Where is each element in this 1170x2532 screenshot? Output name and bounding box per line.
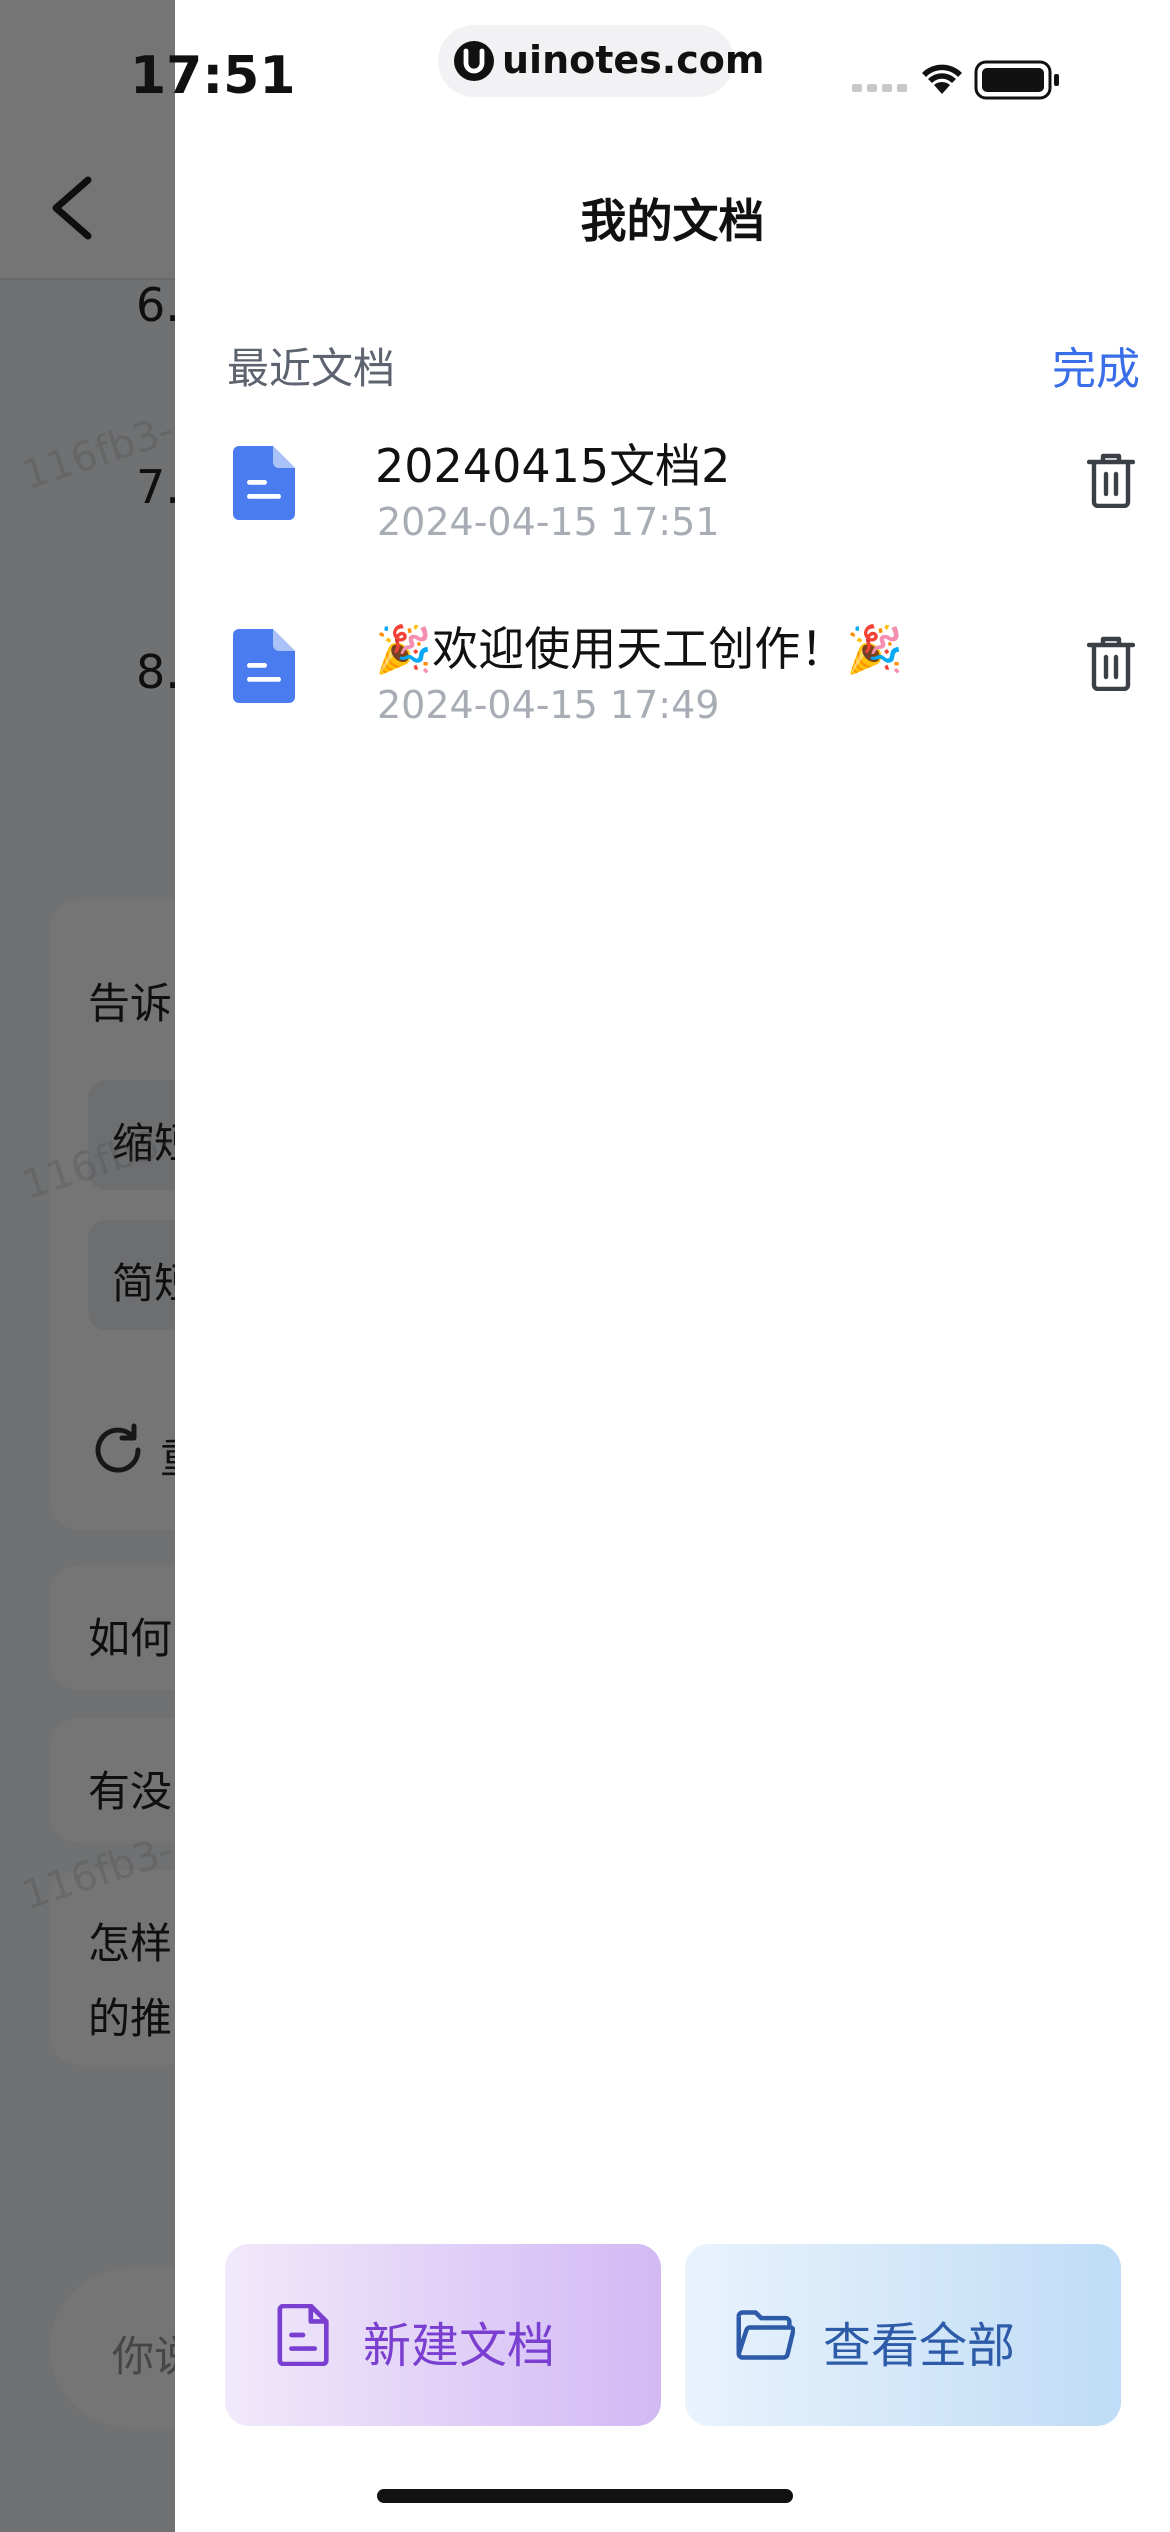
wifi-icon: [922, 64, 962, 94]
view-all-button[interactable]: 查看全部: [685, 2244, 1121, 2426]
view-all-label: 查看全部: [823, 2318, 1016, 2374]
trash-icon[interactable]: [1087, 635, 1135, 691]
url-bar[interactable]: uinotes.com: [438, 25, 764, 97]
document-time: 2024-04-15 17:51: [377, 500, 720, 544]
site-logo-icon: [454, 41, 494, 81]
drawer-title: 我的文档: [580, 194, 765, 248]
home-indicator: [377, 2489, 793, 2503]
status-icons: [852, 60, 1059, 100]
document-icon: [233, 446, 295, 520]
new-document-label: 新建文档: [363, 2318, 556, 2374]
document-title: 20240415文档2: [375, 439, 731, 493]
trash-icon[interactable]: [1087, 452, 1135, 508]
document-item[interactable]: 20240415文档2 2024-04-15 17:51: [227, 430, 1135, 570]
file-text-icon: [277, 2304, 329, 2366]
cellular-signal-icon: [852, 84, 907, 92]
battery-icon: [974, 60, 1059, 100]
section-label: 最近文档: [227, 344, 396, 393]
folder-icon: [736, 2310, 795, 2360]
document-time: 2024-04-15 17:49: [377, 683, 720, 727]
document-icon: [233, 629, 295, 703]
done-button[interactable]: 完成: [1052, 333, 1140, 397]
document-title: 🎉欢迎使用天工创作！🎉: [375, 622, 904, 676]
new-document-button[interactable]: 新建文档: [225, 2244, 661, 2426]
status-time: 17:51: [130, 46, 296, 106]
documents-drawer: 我的文档 最近文档 完成 20240415文档2 2024-04-15 17:5…: [175, 0, 1170, 2532]
url-text: uinotes.com: [502, 38, 765, 82]
document-item[interactable]: 🎉欢迎使用天工创作！🎉 2024-04-15 17:49: [227, 613, 1135, 753]
